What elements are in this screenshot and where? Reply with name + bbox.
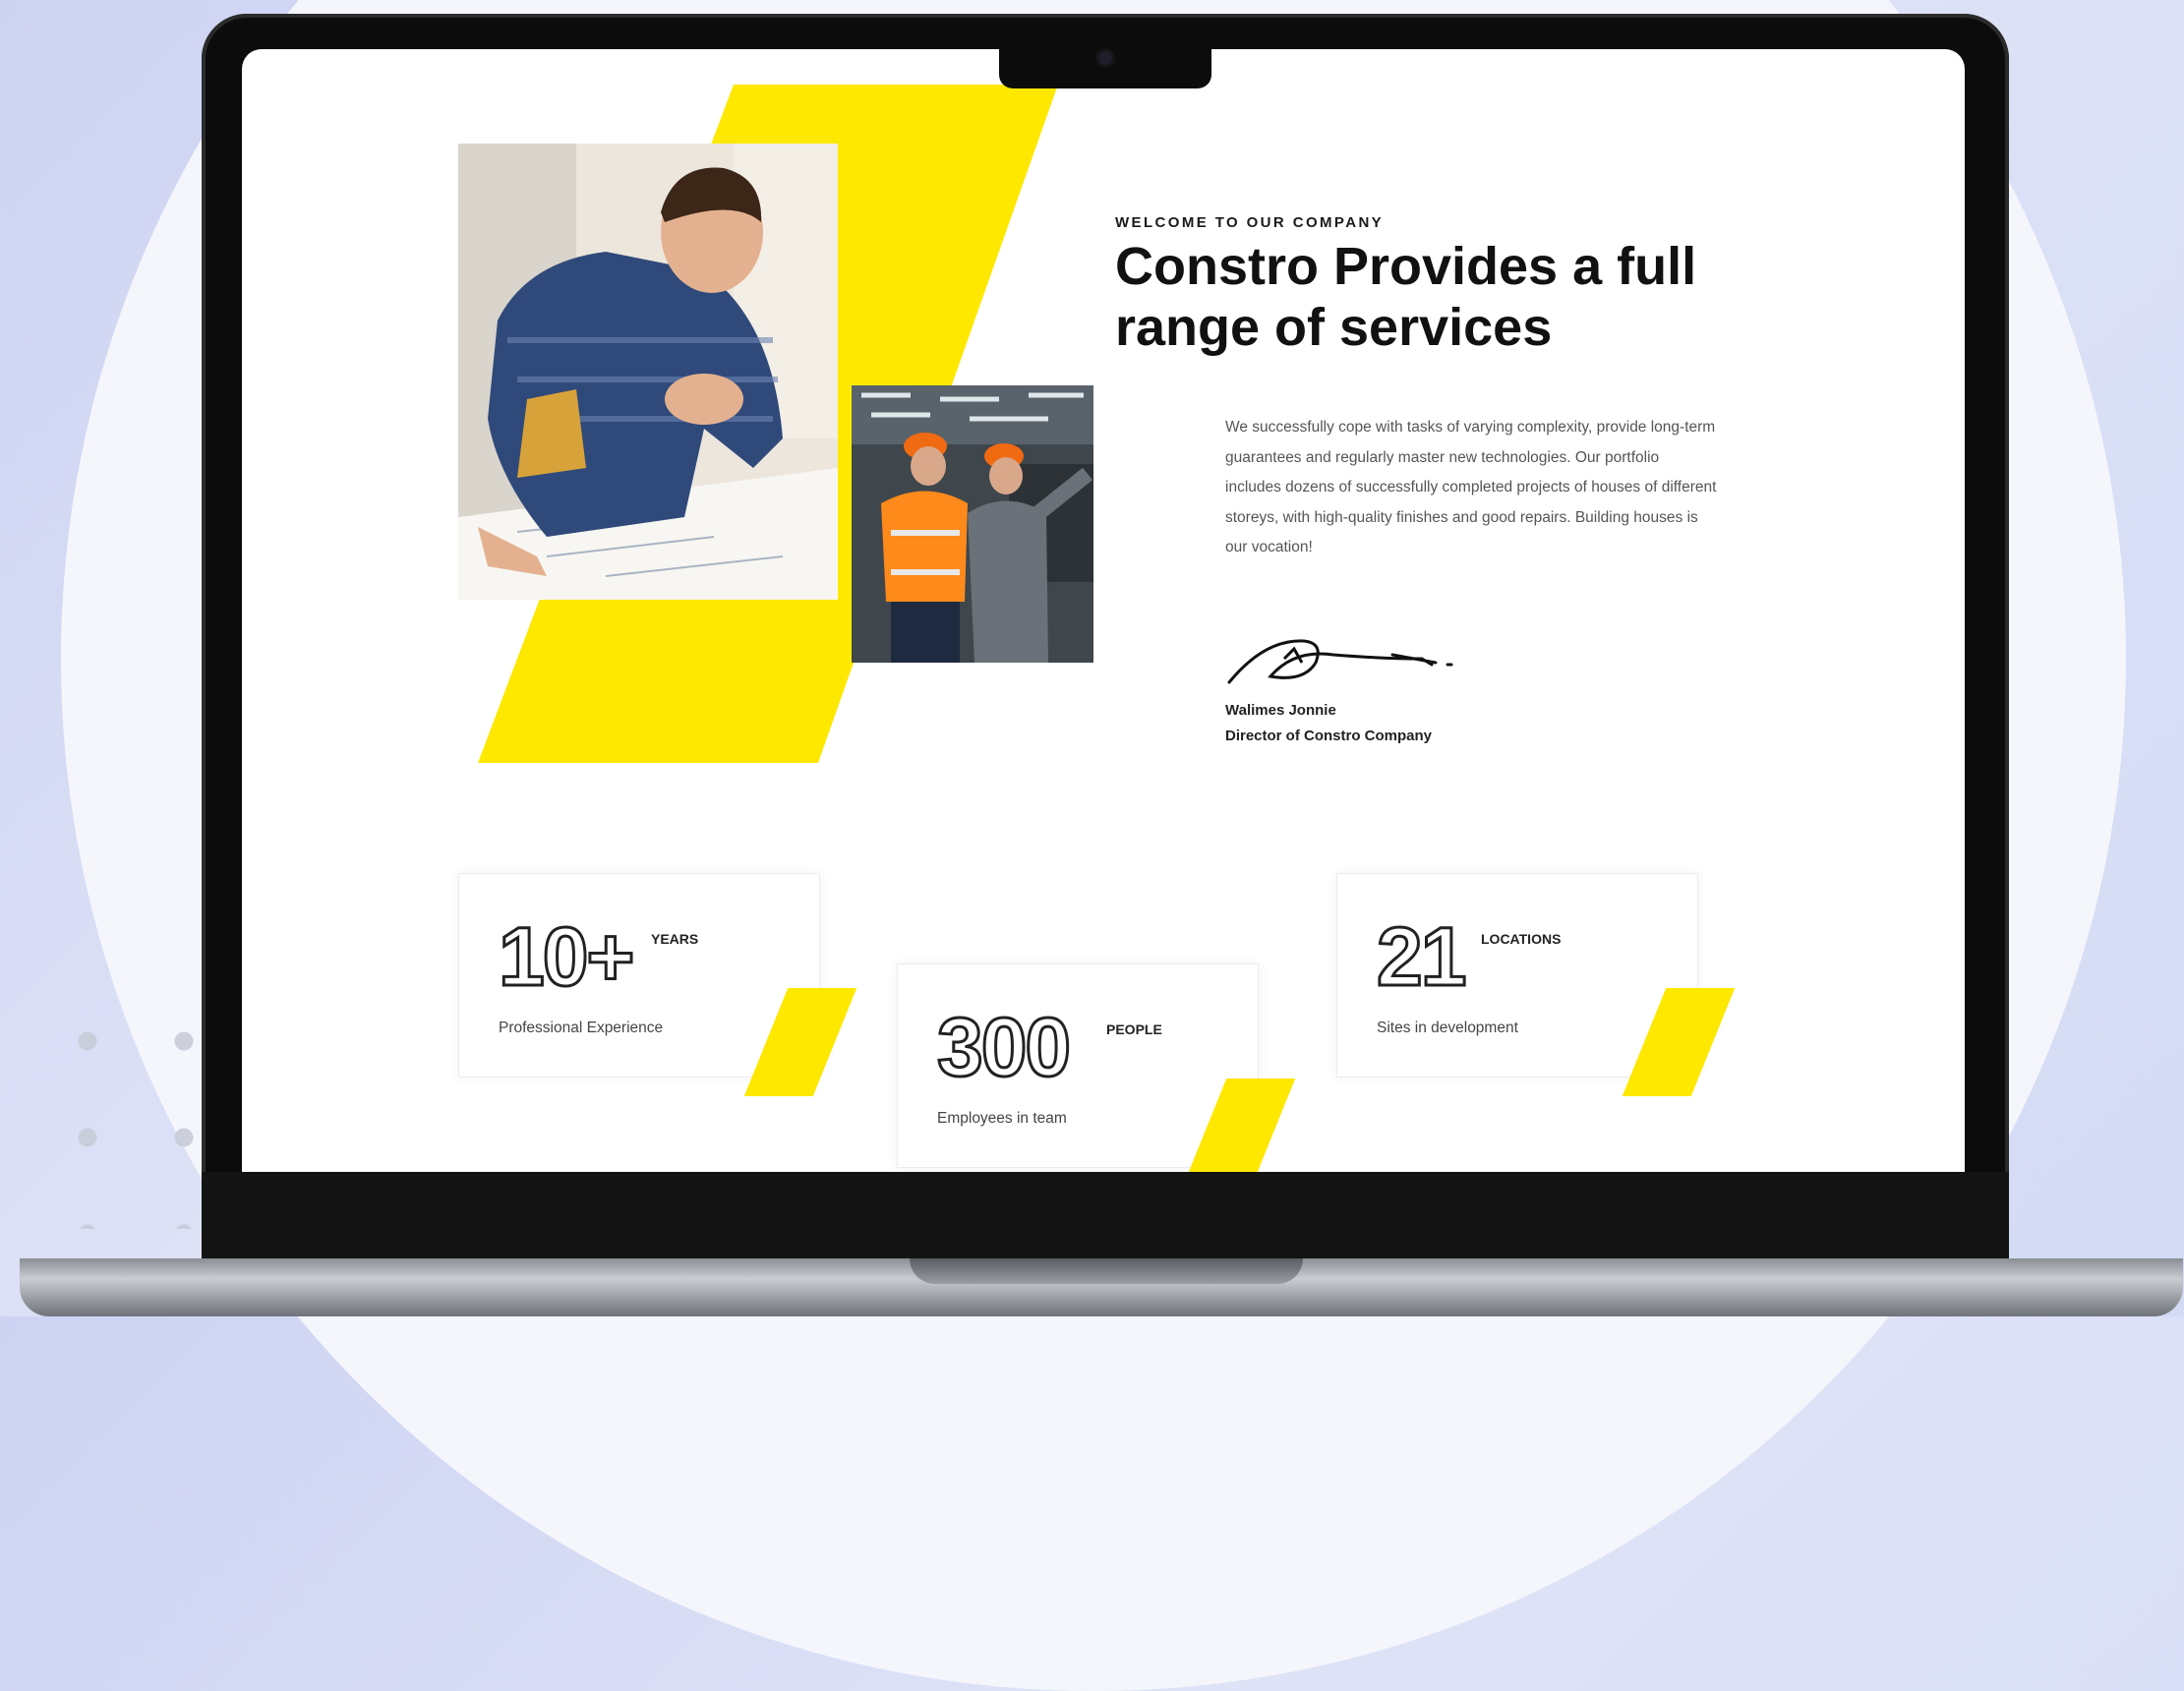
stat-unit: YEARS xyxy=(651,931,699,947)
stat-description: Sites in development xyxy=(1377,1020,1518,1036)
engineers-in-factory-image xyxy=(852,385,1093,663)
stat-description: Employees in team xyxy=(937,1110,1067,1127)
stat-card-locations: 21 LOCATIONS Sites in development xyxy=(1336,873,1736,1096)
yellow-accent-slash xyxy=(743,988,857,1096)
section-eyebrow: WELCOME TO OUR COMPANY xyxy=(1115,214,1385,231)
stat-number: 10+ xyxy=(498,910,636,1003)
stat-unit: PEOPLE xyxy=(1106,1021,1162,1037)
director-signature-image xyxy=(1227,639,1453,684)
stat-number: 21 xyxy=(1375,910,1467,1003)
stat-card-experience: 10+ YEARS Professional Experience xyxy=(458,873,857,1096)
stat-description: Professional Experience xyxy=(499,1020,664,1036)
about-paragraph: We successfully cope with tasks of varyi… xyxy=(1225,419,1717,555)
worker-reviewing-blueprints-image xyxy=(458,144,838,600)
yellow-accent-slash xyxy=(1622,988,1736,1096)
signer-role: Director of Constro Company xyxy=(1225,728,1433,744)
website-screen: WELCOME TO OUR COMPANY Constro Provides … xyxy=(242,49,1965,1172)
stat-number: 300 xyxy=(935,1001,1072,1093)
section-headline: Constro Provides a full range of service… xyxy=(1115,237,1697,357)
signer-name: Walimes Jonnie xyxy=(1225,702,1336,719)
stat-unit: LOCATIONS xyxy=(1481,931,1562,947)
laptop-bezel-bottom xyxy=(202,1172,2009,1260)
stat-card-employees: 300 PEOPLE Employees in team xyxy=(897,963,1296,1172)
yellow-accent-slash xyxy=(1182,1079,1296,1172)
webcam-icon xyxy=(1098,51,1112,65)
laptop-base-notch xyxy=(910,1258,1303,1284)
